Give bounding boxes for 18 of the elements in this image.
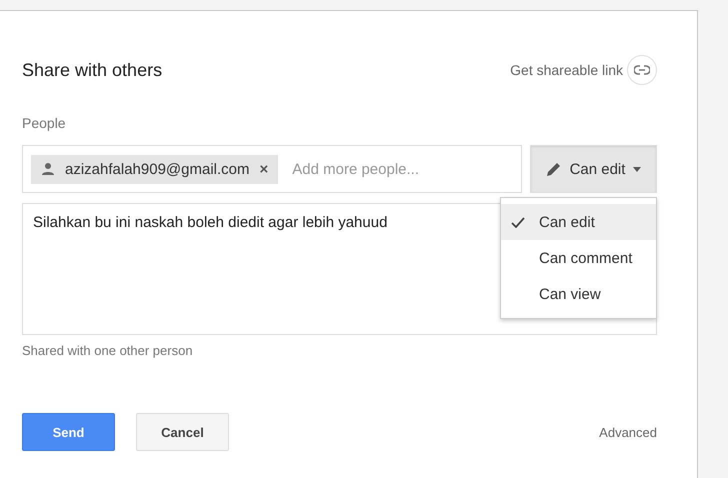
cancel-button[interactable]: Cancel bbox=[136, 413, 229, 451]
pencil-icon bbox=[546, 161, 562, 177]
menu-item[interactable]: Can view bbox=[501, 276, 656, 312]
dialog-title: Share with others bbox=[22, 60, 162, 80]
shared-note: Shared with one other person bbox=[22, 343, 194, 358]
caret-icon bbox=[633, 166, 642, 172]
check-icon bbox=[511, 216, 525, 228]
chip-email: azizahfalah909@gmail.com bbox=[65, 160, 250, 178]
people-field[interactable]: azizahfalah909@gmail.com × Add more people... bbox=[22, 145, 522, 193]
advanced-link[interactable]: Advanced bbox=[599, 424, 657, 440]
menu-item[interactable]: Can edit bbox=[501, 204, 656, 240]
shareable-link[interactable]: Get shareable link bbox=[510, 62, 623, 78]
menu-item[interactable]: Can comment bbox=[501, 240, 656, 276]
permission-dropdown[interactable]: Can edit bbox=[530, 145, 657, 193]
remove-button[interactable]: × bbox=[260, 160, 268, 178]
people-label: People bbox=[22, 115, 67, 131]
link-icon[interactable] bbox=[627, 55, 657, 85]
person-icon bbox=[41, 162, 55, 176]
